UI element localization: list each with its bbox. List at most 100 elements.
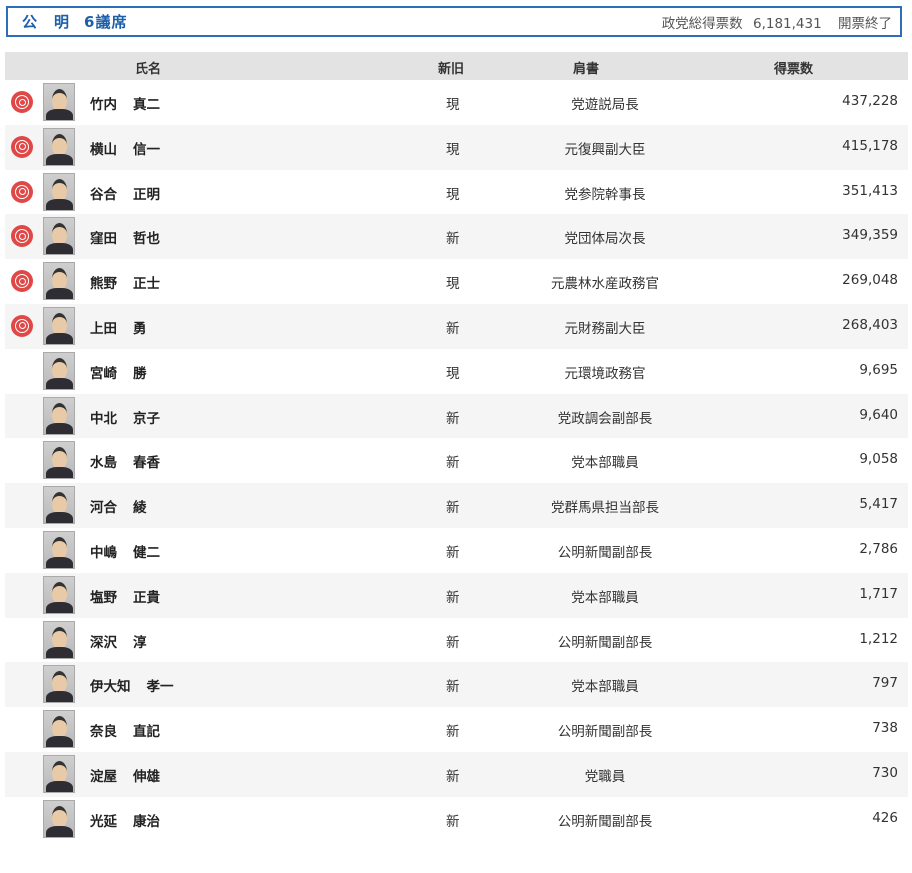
header-name: 氏名 [135, 62, 162, 77]
candidate-given-name: 信一 [133, 141, 160, 158]
results-panel: 公 明 6議席 政党総得票数 6,181,431 開票終了 氏名 新旧 肩書 得票… [0, 0, 912, 873]
candidate-given-name: 春香 [133, 455, 160, 472]
candidate-name: 水島 春香 [90, 451, 160, 471]
candidate-family-name: 谷合 [90, 186, 117, 203]
elected-mark-icon [11, 225, 33, 248]
candidate-photo [43, 172, 75, 211]
elected-mark-icon [11, 314, 33, 337]
total-votes-value: 6,181,431 [752, 15, 822, 32]
candidate-name: 塩野 正貴 [90, 586, 160, 606]
candidate-given-name: 真二 [133, 97, 160, 113]
candidate-status: 新 [446, 589, 460, 606]
candidate-family-name: 中嶋 [90, 544, 117, 561]
candidate-title: 公明新聞副部長 [557, 544, 653, 561]
candidate-name: 上田勇 [90, 317, 147, 337]
candidate-votes: 9,695 [859, 361, 898, 378]
candidate-photo [43, 83, 75, 121]
candidate-given-name: 正士 [133, 276, 160, 293]
elected-mark-icon [11, 270, 33, 293]
candidate-family-name: 河合 [90, 500, 117, 517]
candidate-name: 深沢淳 [90, 631, 147, 651]
candidate-votes: 1,717 [859, 585, 898, 602]
candidate-given-name: 正貴 [133, 589, 160, 606]
table-row: 塩野 正貴 新 党本部職員 1,717 [5, 572, 908, 618]
table-row: 谷合 正明 現 党参院幹事長 351,413 [5, 170, 908, 215]
candidate-family-name: 竹内 [90, 97, 117, 113]
party-seats: 6議席 [84, 13, 128, 31]
candidate-votes: 738 [872, 720, 898, 737]
candidate-title: 党本部職員 [571, 679, 639, 696]
candidate-votes: 730 [872, 764, 898, 781]
candidate-votes: 351,413 [842, 182, 898, 199]
table-row: 中嶋 健二 新 公明新聞副部長 2,786 [5, 528, 908, 573]
candidate-given-name: 哲也 [133, 231, 160, 248]
candidate-name: 熊野 正士 [90, 272, 160, 292]
candidate-photo [43, 799, 75, 838]
candidate-name: 奈良 直記 [90, 720, 160, 740]
candidate-title: 党遊説局長 [571, 97, 639, 113]
candidate-photo [43, 665, 75, 704]
table-row: 宮崎勝 現 元環境政務官 9,695 [5, 349, 908, 394]
candidate-title: 元復興副大臣 [564, 141, 646, 158]
table-row: 淀屋 伸雄 新 党職員 730 [5, 751, 908, 797]
header-votes: 得票数 [774, 62, 814, 77]
table-row: 横山 信一 現 元復興副大臣 415,178 [5, 124, 908, 170]
table-row: 深沢淳 新 公明新聞副部長 1,212 [5, 618, 908, 663]
candidate-photo [43, 710, 75, 749]
candidate-family-name: 伊大知 [90, 679, 131, 696]
table-row: 河合綾 新 党群馬県担当部長 5,417 [5, 483, 908, 528]
candidate-votes: 437,228 [842, 93, 898, 109]
candidate-status: 新 [446, 679, 460, 696]
candidate-family-name: 熊野 [90, 276, 117, 293]
candidate-status: 現 [446, 365, 460, 382]
candidate-votes: 2,786 [859, 540, 898, 557]
candidate-title: 元財務副大臣 [564, 320, 646, 337]
table-row: 水島 春香 新 党本部職員 9,058 [5, 438, 908, 483]
candidate-title: 党団体局次長 [564, 231, 646, 248]
candidate-family-name: 光延 [90, 813, 117, 830]
candidate-status: 新 [446, 231, 460, 248]
candidate-name: 光延 康治 [90, 810, 160, 830]
candidate-title: 公明新聞副部長 [557, 813, 653, 830]
candidate-given-name: 勇 [133, 320, 147, 337]
candidate-name: 伊大知 孝一 [90, 675, 174, 695]
total-votes-label: 政党総得票数 [661, 15, 743, 32]
candidate-votes: 1,212 [859, 630, 898, 647]
candidate-given-name: 孝一 [146, 679, 174, 696]
candidate-family-name: 横山 [90, 141, 117, 158]
candidate-given-name: 正明 [133, 186, 160, 203]
candidate-photo [43, 127, 75, 166]
candidate-family-name: 深沢 [90, 634, 117, 651]
candidate-given-name: 淳 [133, 634, 147, 651]
candidate-given-name: 綾 [133, 500, 147, 517]
candidate-status: 新 [446, 410, 460, 427]
candidate-title: 公明新聞副部長 [557, 634, 653, 651]
candidate-name: 横山 信一 [90, 138, 160, 158]
candidate-status: 新 [446, 544, 460, 561]
candidate-status: 新 [446, 455, 460, 472]
candidate-photo [43, 620, 75, 659]
candidate-name: 宮崎勝 [90, 362, 147, 382]
table-row: 中北 京子 新 党政調会副部長 9,640 [5, 393, 908, 439]
candidate-status: 新 [446, 320, 460, 337]
candidate-family-name: 窪田 [90, 231, 117, 248]
candidate-status: 現 [446, 276, 460, 293]
candidate-votes: 426 [872, 809, 898, 826]
candidate-family-name: 奈良 [90, 724, 117, 741]
candidate-family-name: 上田 [90, 320, 117, 337]
candidate-photo [43, 441, 75, 480]
candidate-name: 淀屋 伸雄 [90, 765, 160, 785]
candidate-title: 党政調会副部長 [557, 410, 653, 427]
candidate-family-name: 塩野 [90, 589, 117, 606]
candidate-title: 党参院幹事長 [564, 186, 646, 203]
candidate-status: 現 [446, 141, 460, 158]
candidate-title: 党本部職員 [571, 455, 639, 472]
candidate-votes: 9,058 [859, 451, 898, 468]
table-row: 光延 康治 新 公明新聞副部長 426 [5, 797, 908, 842]
table-row: 熊野 正士 現 元農林水産政務官 269,048 [5, 259, 908, 304]
candidate-given-name: 京子 [133, 410, 160, 427]
party-title: 公 明 6議席 [22, 11, 127, 32]
candidate-family-name: 中北 [90, 410, 117, 427]
count-state: 開票終了 [838, 15, 892, 32]
candidate-photo [43, 351, 75, 390]
